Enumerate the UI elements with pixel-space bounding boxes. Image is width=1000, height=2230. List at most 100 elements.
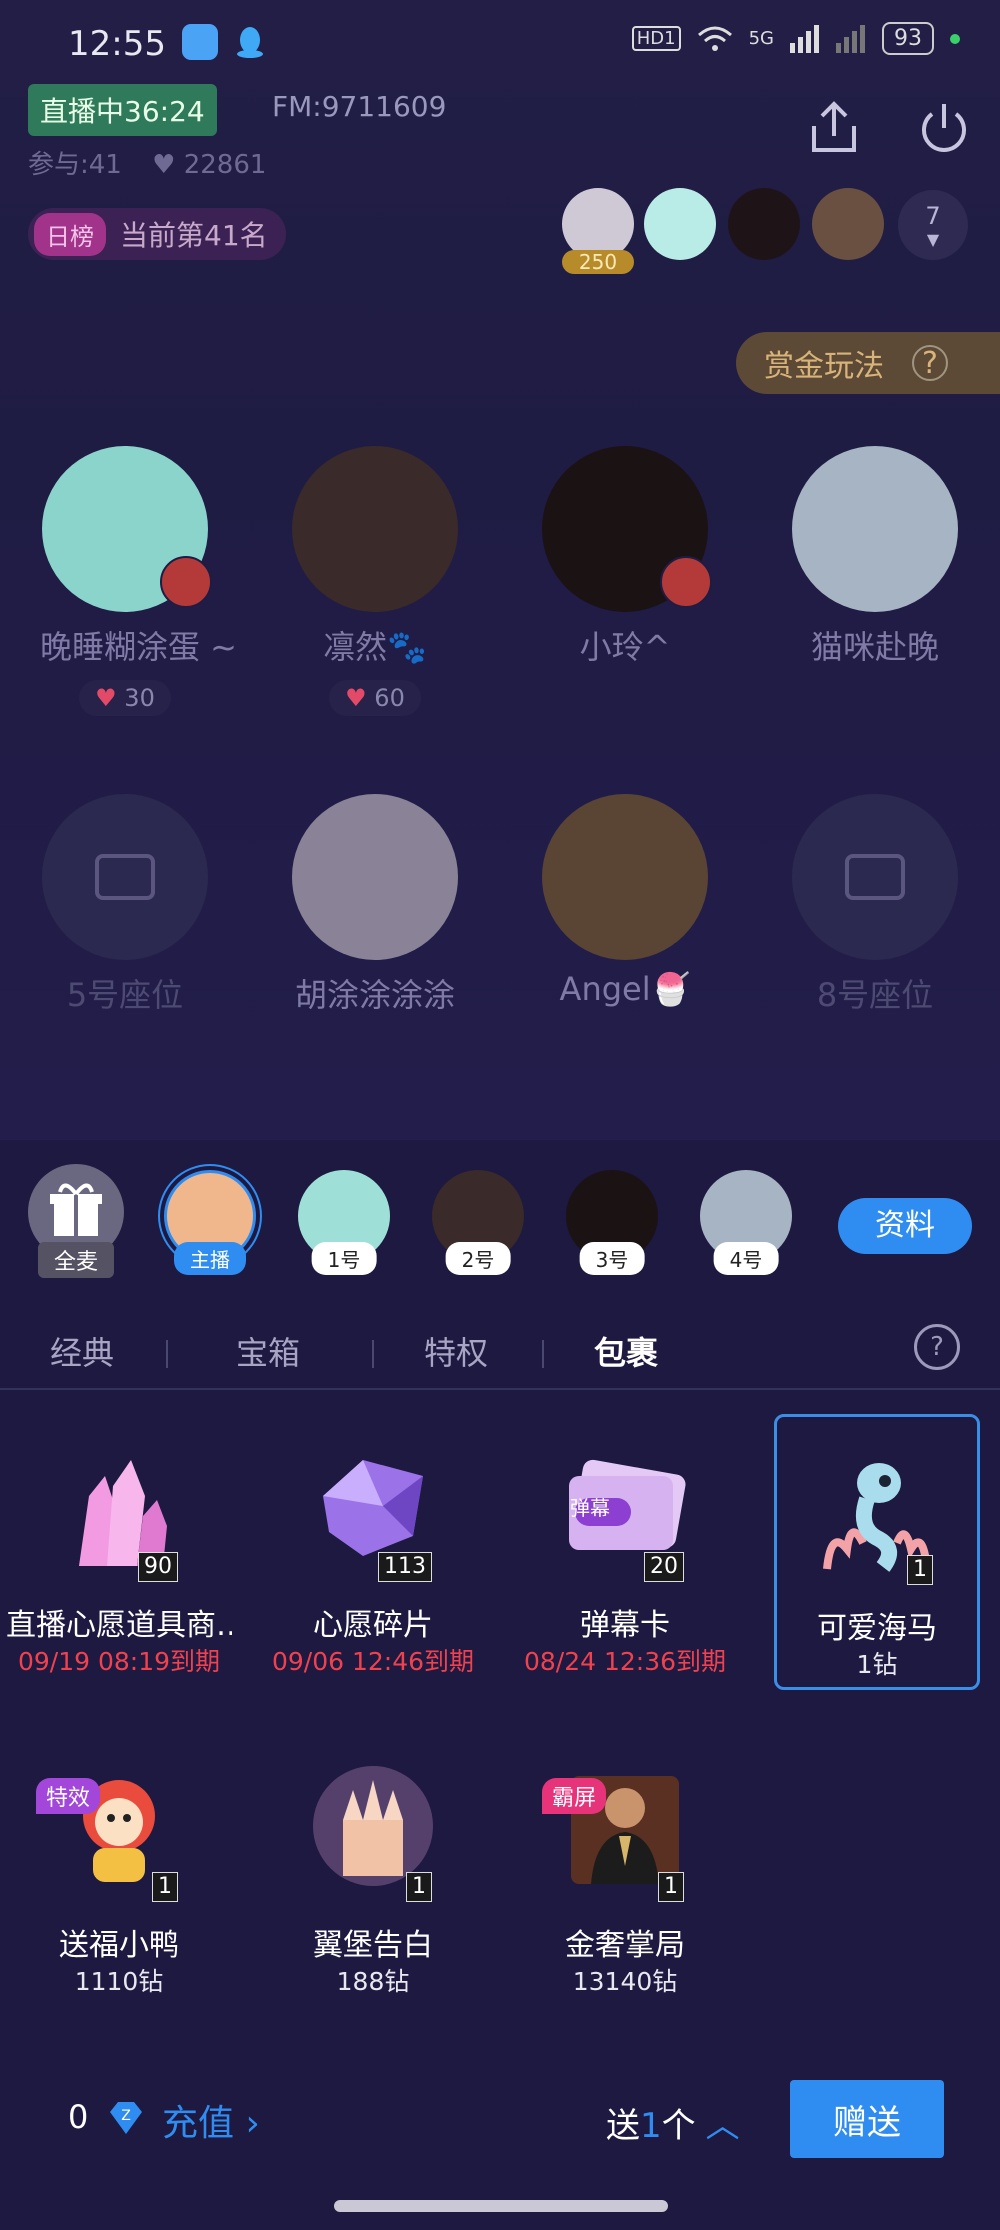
- gift-panel: 全麦 主播 1号 2号 3号 4号 资料 经典 宝箱 特权 包裹 ? 90 直播…: [0, 1140, 1000, 2230]
- status-bar: 12:55 HD1 5G 93: [0, 0, 1000, 90]
- mic-seat-2[interactable]: 凛然🐾 ♥ 60: [290, 446, 460, 716]
- seat-name: 8号座位: [816, 976, 934, 1014]
- target-label: 1号: [311, 1242, 377, 1275]
- tab-backpack[interactable]: 包裹: [594, 1328, 658, 1374]
- empty-seat-icon: [95, 854, 155, 900]
- gift-price: 1钻: [856, 1650, 898, 1679]
- gift-count: 113: [378, 1552, 432, 1582]
- daily-rank-pill[interactable]: 日榜 当前第41名: [28, 208, 286, 260]
- gift-item[interactable]: 特效 1 送福小鸭 1110钻: [16, 1734, 222, 2010]
- recharge-link[interactable]: 充值 ›: [162, 2094, 260, 2146]
- seat-name: 晚睡糊涂蛋 ~: [40, 628, 237, 666]
- exit-room-button[interactable]: [912, 96, 976, 160]
- gift-expiry: 09/06 12:46到期: [271, 1647, 475, 1676]
- gift-price: 13140钻: [572, 1967, 678, 1996]
- tab-divider: [372, 1340, 374, 1368]
- gift-item-selected[interactable]: 1 可爱海马 1钻: [774, 1414, 980, 1690]
- target-label: 3号: [579, 1242, 645, 1275]
- empty-seat-icon: [845, 854, 905, 900]
- audience-avatar[interactable]: [812, 188, 884, 260]
- wifi-icon: [697, 26, 732, 51]
- gift-item[interactable]: 90 直播心愿道具商… 09/19 08:19到期: [6, 1414, 232, 1690]
- seat-name: 5号座位: [66, 976, 184, 1014]
- gift-name: 翼堡告白: [313, 1928, 433, 1963]
- mic-seat-8[interactable]: 8号座位: [790, 794, 960, 1016]
- svg-text:Z: Z: [121, 2108, 131, 2124]
- gift-help-icon[interactable]: ?: [914, 1324, 960, 1370]
- gift-footer: 0 Z 充值 › 送1个 ︿ 赠送: [0, 2070, 1000, 2170]
- charging-dot: [950, 33, 960, 44]
- gift-item[interactable]: 113 心愿碎片 09/06 12:46到期: [270, 1414, 476, 1690]
- help-icon[interactable]: ?: [912, 345, 948, 381]
- gift-item[interactable]: 弹幕 20 弹幕卡 08/24 12:36到期: [522, 1414, 728, 1690]
- gift-expiry: 09/19 08:19到期: [17, 1647, 221, 1676]
- profile-button[interactable]: 资料: [838, 1198, 972, 1254]
- tabs-divider: [0, 1388, 1000, 1390]
- target-seat-1[interactable]: 1号: [298, 1170, 390, 1275]
- send-suffix: 个: [661, 2106, 696, 2146]
- gift-name: 可爱海马: [817, 1611, 937, 1646]
- mic-seat-1[interactable]: 晚睡糊涂蛋 ~ ♥ 30: [40, 446, 237, 716]
- bounty-label: 赏金玩法: [764, 349, 884, 384]
- gift-item[interactable]: 1 翼堡告白 188钻: [270, 1734, 476, 2010]
- tab-classic[interactable]: 经典: [50, 1328, 114, 1374]
- tab-treasure-box[interactable]: 宝箱: [236, 1328, 300, 1374]
- qq-icon: [232, 24, 268, 60]
- heart-icon: ♥: [95, 684, 117, 712]
- gift-expiry: 08/24 12:36到期: [523, 1647, 727, 1676]
- target-seat-2[interactable]: 2号: [432, 1170, 524, 1275]
- network-label: 5G: [748, 28, 774, 49]
- mic-seat-3[interactable]: 小玲^: [540, 446, 712, 668]
- gift-count: 1: [152, 1872, 178, 1902]
- mic-seat-5[interactable]: 5号座位: [40, 794, 210, 1016]
- bounty-game-button[interactable]: 赏金玩法 ?: [736, 332, 1000, 394]
- audience-avatar[interactable]: [728, 188, 800, 260]
- quantity-selector[interactable]: 送1个 ︿: [606, 2098, 740, 2147]
- audience-more-button[interactable]: 7 ▼: [898, 190, 968, 260]
- share-button[interactable]: [802, 96, 866, 160]
- tab-divider: [542, 1340, 544, 1368]
- target-seat-4[interactable]: 4号: [700, 1170, 792, 1275]
- seat-avatar: [792, 446, 958, 612]
- seat-avatar: [42, 446, 212, 612]
- target-label: 4号: [713, 1242, 779, 1275]
- gift-tabs: 经典 宝箱 特权 包裹 ?: [0, 1310, 1000, 1390]
- send-prefix: 送: [606, 2106, 640, 2146]
- danmaku-card-label: 弹幕: [570, 1496, 610, 1520]
- target-seat-3[interactable]: 3号: [566, 1170, 658, 1275]
- gift-count: 20: [644, 1552, 684, 1582]
- home-indicator[interactable]: [334, 2200, 668, 2212]
- seat-avatar: [42, 794, 208, 960]
- all-mic-target[interactable]: 全麦: [28, 1164, 124, 1278]
- live-duration-badge: 直播中36:24: [28, 84, 217, 136]
- seat-likes: ♥ 60: [329, 680, 421, 716]
- mic-seat-7[interactable]: Angel🍧: [540, 794, 710, 1008]
- gift-name: 心愿碎片: [313, 1608, 433, 1643]
- tab-privilege[interactable]: 特权: [424, 1328, 488, 1374]
- mic-seat-6[interactable]: 胡涂涂涂涂: [290, 794, 460, 1016]
- target-label: 主播: [174, 1242, 246, 1275]
- mic-off-icon: [160, 556, 212, 608]
- target-host[interactable]: 主播: [164, 1170, 256, 1275]
- diamond-balance: 0: [68, 2098, 89, 2136]
- daily-rank-tag: 日榜: [34, 212, 106, 256]
- mic-seat-4[interactable]: 猫咪赴晚: [790, 446, 960, 668]
- room-likes-count: 22861: [183, 150, 267, 180]
- signal-2-icon: [836, 24, 865, 53]
- daily-rank-text: 当前第41名: [120, 219, 268, 252]
- gift-name: 弹幕卡: [580, 1608, 670, 1643]
- audience-level-badge: 250: [562, 250, 634, 274]
- send-gift-button[interactable]: 赠送: [790, 2080, 944, 2158]
- room-stats: 参与:41 ♥ 22861: [28, 144, 266, 181]
- gift-item[interactable]: 霸屏 1 金奢掌局 13140钻: [522, 1734, 728, 2010]
- gift-count: 90: [138, 1552, 178, 1582]
- gift-price: 188钻: [336, 1967, 410, 1996]
- seat-name: Angel🍧: [559, 970, 691, 1008]
- audience-avatar[interactable]: [644, 188, 716, 260]
- share-icon: [812, 101, 856, 152]
- gift-name: 送福小鸭: [59, 1928, 179, 1963]
- recharge-label: 充值: [162, 2103, 235, 2144]
- target-label: 2号: [445, 1242, 511, 1275]
- room-fm-id: FM:9711609: [272, 90, 447, 123]
- chevron-up-icon: ︿: [705, 2106, 740, 2146]
